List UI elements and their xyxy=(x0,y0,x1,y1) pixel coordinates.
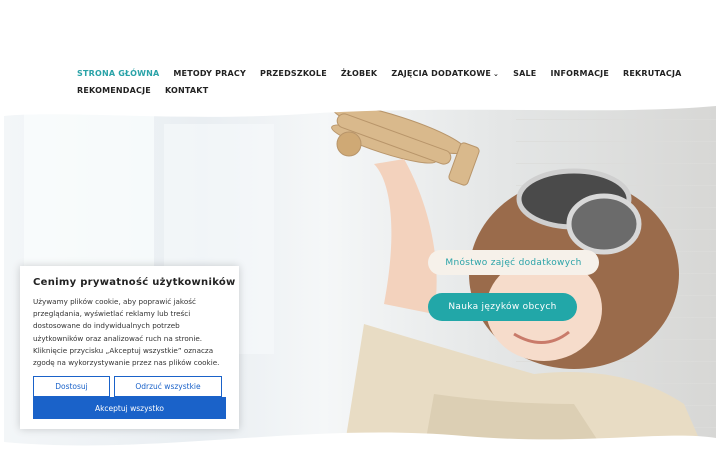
nav-item-information[interactable]: INFORMACJE xyxy=(550,68,609,80)
hero-pill-languages[interactable]: Nauka języków obcych xyxy=(428,293,577,321)
hero-pill-extra-classes[interactable]: Mnóstwo zajęć dodatkowych xyxy=(428,250,599,275)
nav-item-contact[interactable]: KONTAKT xyxy=(165,85,208,97)
cookie-consent-banner: Cenimy prywatność użytkowników Używamy p… xyxy=(20,266,239,429)
cookie-accept-all-button[interactable]: Akceptuj wszystko xyxy=(33,397,226,419)
nav-item-recruitment[interactable]: REKRUTACJA xyxy=(623,68,682,80)
hero-child-with-plane-image xyxy=(331,104,704,450)
nav-item-recommendations[interactable]: REKOMENDACJE xyxy=(77,85,151,97)
nav-item-extra-classes[interactable]: ZAJĘCIA DODATKOWE ⌄ xyxy=(391,68,499,80)
nav-item-kindergarten[interactable]: PRZEDSZKOLE xyxy=(260,68,327,80)
nav-item-home[interactable]: STRONA GŁÓWNA xyxy=(77,68,159,80)
hero-top-wave xyxy=(4,104,716,117)
cookie-reject-all-button[interactable]: Odrzuć wszystkie xyxy=(114,376,222,397)
nav-row-1: STRONA GŁÓWNA METODY PRACY PRZEDSZKOLE Ż… xyxy=(77,68,681,80)
nav-item-extra-classes-label: ZAJĘCIA DODATKOWE xyxy=(391,69,492,78)
nav-item-rooms[interactable]: SALE xyxy=(513,68,536,80)
nav-item-methods[interactable]: METODY PRACY xyxy=(173,68,246,80)
cookie-title: Cenimy prywatność użytkowników xyxy=(33,277,236,288)
chevron-down-icon: ⌄ xyxy=(493,70,500,78)
nav-item-nursery[interactable]: ŻŁOBEK xyxy=(341,68,377,80)
main-navigation: STRONA GŁÓWNA METODY PRACY PRZEDSZKOLE Ż… xyxy=(77,68,681,102)
cookie-customize-button[interactable]: Dostosuj xyxy=(33,376,110,397)
nav-row-2: REKOMENDACJE KONTAKT xyxy=(77,85,637,97)
cookie-body-text: Używamy plików cookie, aby poprawić jako… xyxy=(33,297,220,368)
